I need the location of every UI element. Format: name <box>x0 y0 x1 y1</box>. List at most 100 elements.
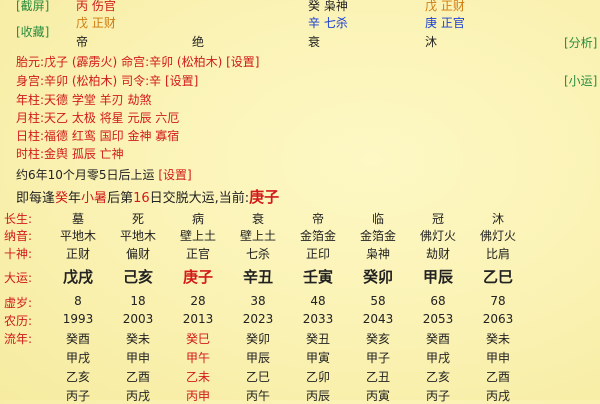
current-luck: 庚子 <box>249 188 280 206</box>
shishen-label: 十神: <box>4 247 33 261</box>
xusui-label: 虚岁: <box>4 296 33 310</box>
liunian-cell-r2-1: 甲戌 <box>65 351 90 365</box>
luck-change-term: 小暑 <box>81 191 108 206</box>
taiyuan-label: 胎元: <box>16 55 45 69</box>
shishen-cell-3: 正官 <box>185 247 210 261</box>
minggong-value: 辛卯 (松柏木) <box>149 55 223 69</box>
liunian-cell-r3-7: 乙亥 <box>425 370 450 384</box>
liunian-cell-r2-4: 甲辰 <box>245 351 270 365</box>
liunian-cell-r2-3: 甲午 <box>185 351 210 365</box>
nayin-cell-1: 平地木 <box>59 229 96 243</box>
day-pillar-line: 日柱:福德 红鸾 国印 金神 寡宿 <box>16 127 179 144</box>
shishen-row: 十神: 正财 偏财 正官 七杀 正印 枭神 劫财 比肩 <box>0 245 600 262</box>
liunian-cell-r1-8: 癸未 <box>485 332 510 346</box>
settings-link-3[interactable]: [设置] <box>158 168 191 182</box>
shengong-siling-line: 身宫:辛卯 (松柏木) 司令:辛 [设置] <box>16 72 198 89</box>
pillar-state-year: 帝 <box>76 35 89 49</box>
minggong-label: 命宫: <box>121 55 150 69</box>
nayin-row: 纳音: 平地木 平地木 壁上土 壁上土 金箔金 金箔金 佛灯火 佛灯火 <box>0 227 600 244</box>
day-pillar-label: 日柱: <box>16 129 45 143</box>
nongli-cell-2: 2003 <box>122 312 154 326</box>
changsheng-cell-2: 死 <box>131 212 144 226</box>
liunian-cell-r4-6: 丙寅 <box>365 389 390 403</box>
nayin-cell-6: 金箔金 <box>359 229 396 243</box>
nongli-cell-1: 1993 <box>62 312 94 326</box>
nongli-cell-6: 2043 <box>362 312 394 326</box>
screenshot-link[interactable]: [截屏] <box>16 0 49 14</box>
xusui-row: 虚岁: 8 18 28 38 48 58 68 78 <box>0 294 600 311</box>
year-pillar-line: 年柱:天德 学堂 羊刃 劫煞 <box>16 91 152 108</box>
pillar-state-hour: 沐 <box>425 35 438 49</box>
shishen-cell-5: 正印 <box>305 247 330 261</box>
liunian-cell-r1-3: 癸巳 <box>185 332 210 346</box>
nayin-cell-5: 金箔金 <box>299 229 336 243</box>
dayun-cell-7: 甲辰 <box>422 268 453 286</box>
liunian-cell-r2-2: 甲申 <box>125 351 150 365</box>
liunian-cell-r4-1: 丙子 <box>65 389 90 403</box>
liunian-row-1: 流年: 癸酉 癸未 癸巳 癸卯 癸丑 癸亥 癸酉 癸未 <box>0 330 600 347</box>
hidden-stem-day-2: 辛 七杀 <box>308 16 348 30</box>
luck-change-stem: 癸 <box>55 191 69 206</box>
shishen-cell-2: 偏财 <box>125 247 150 261</box>
shishen-cell-4: 七杀 <box>245 247 270 261</box>
nongli-cell-3: 2013 <box>182 312 214 326</box>
xusui-cell-7: 68 <box>430 294 446 308</box>
dayun-cell-3: 庚子 <box>182 268 213 286</box>
nongli-cell-4: 2023 <box>242 312 274 326</box>
liunian-cell-r3-1: 乙亥 <box>65 370 90 384</box>
analyze-link[interactable]: [分析] <box>564 34 597 51</box>
luck-change-after: 后第 <box>107 191 134 206</box>
brief-luck-link[interactable]: [小运] <box>564 72 597 89</box>
hour-pillar-value: 金舆 孤辰 亡神 <box>44 147 124 161</box>
liunian-cell-r3-6: 乙丑 <box>365 370 390 384</box>
dayun-cell-6: 癸卯 <box>362 268 393 286</box>
pillar-state-month: 绝 <box>192 35 205 49</box>
liunian-cell-r3-5: 乙卯 <box>305 370 330 384</box>
nongli-label: 农历: <box>4 314 33 328</box>
hidden-stem-year-2: 戊 正财 <box>76 16 116 30</box>
hidden-stem-hour-2: 庚 正官 <box>425 16 465 30</box>
day-pillar-value: 福德 红鸾 国印 金神 寡宿 <box>44 129 180 143</box>
liunian-cell-r4-3: 丙申 <box>185 389 210 403</box>
luck-change-line: 即每逢癸年小暑后第16日交脱大运,当前:庚子 <box>16 186 279 207</box>
nayin-cell-8: 佛灯火 <box>479 229 516 243</box>
nongli-row: 农历: 1993 2003 2013 2023 2033 2043 2053 2063 <box>0 312 600 329</box>
luck-change-prefix: 即每逢 <box>16 191 56 206</box>
liunian-row-2: 甲戌 甲申 甲午 甲辰 甲寅 甲子 甲戌 甲申 <box>0 349 600 366</box>
liunian-cell-r1-7: 癸酉 <box>425 332 450 346</box>
siling-label: 司令: <box>121 74 150 88</box>
settings-link-1[interactable]: [设置] <box>226 55 259 69</box>
liunian-cell-r2-7: 甲戌 <box>425 351 450 365</box>
pillar-state-day: 衰 <box>308 35 321 49</box>
year-pillar-value: 天德 学堂 羊刃 劫煞 <box>44 93 152 107</box>
nongli-cell-5: 2033 <box>302 312 334 326</box>
favorite-link[interactable]: [收藏] <box>16 23 49 40</box>
year-pillar-label: 年柱: <box>16 93 45 107</box>
liunian-cell-r4-4: 丙午 <box>245 389 270 403</box>
changsheng-label: 长生: <box>4 212 33 226</box>
liunian-cell-r3-3: 乙未 <box>185 370 210 384</box>
shishen-cell-6: 枭神 <box>365 247 390 261</box>
dayun-row: 大运: 戊戌 己亥 庚子 辛丑 壬寅 癸卯 甲辰 乙巳 <box>0 266 600 288</box>
nongli-cell-8: 2063 <box>482 312 514 326</box>
liunian-cell-r4-8: 丙戌 <box>485 389 510 403</box>
hidden-stem-hour: 戊 正财 <box>425 0 465 13</box>
xusui-cell-5: 48 <box>310 294 326 308</box>
taiyuan-minggong-line: 胎元:戊子 (霹雳火) 命宫:辛卯 (松柏木) [设置] <box>16 53 260 70</box>
xusui-cell-4: 38 <box>250 294 266 308</box>
liunian-label: 流年: <box>4 332 33 346</box>
liunian-cell-r1-4: 癸卯 <box>245 332 270 346</box>
shishen-cell-1: 正财 <box>65 247 90 261</box>
shishen-cell-7: 劫财 <box>425 247 450 261</box>
changsheng-cell-5: 帝 <box>311 212 324 226</box>
start-luck-text: 约6年10个月零5日后上运 <box>16 168 155 182</box>
shishen-cell-8: 比肩 <box>485 247 510 261</box>
dayun-cell-4: 辛丑 <box>242 268 273 286</box>
start-luck-line: 约6年10个月零5日后上运 [设置] <box>16 166 192 183</box>
liunian-cell-r1-6: 癸亥 <box>365 332 390 346</box>
hour-pillar-line: 时柱:金舆 孤辰 亡神 <box>16 145 124 162</box>
nayin-cell-2: 平地木 <box>119 229 156 243</box>
nayin-cell-7: 佛灯火 <box>419 229 456 243</box>
liunian-cell-r3-4: 乙巳 <box>245 370 270 384</box>
settings-link-2[interactable]: [设置] <box>165 74 198 88</box>
